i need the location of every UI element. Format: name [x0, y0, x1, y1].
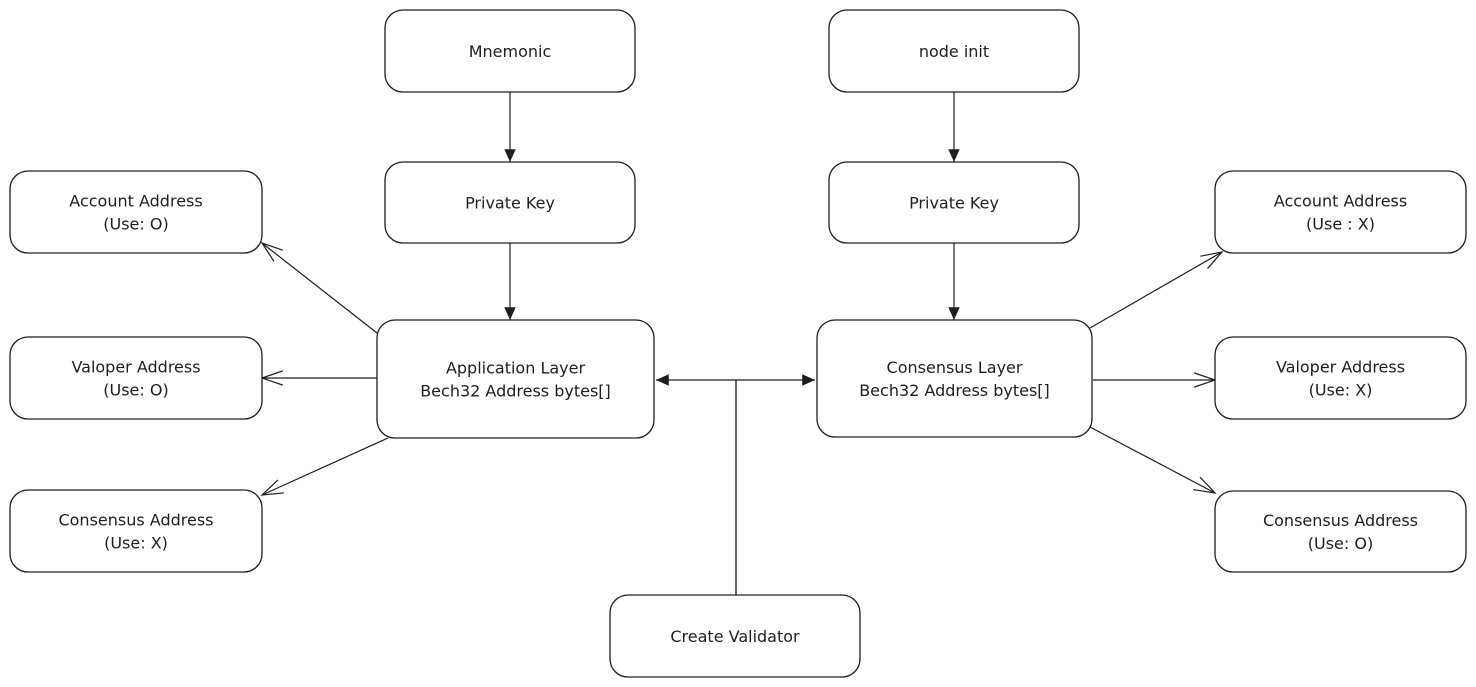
node-label: node init	[919, 42, 989, 61]
node-box	[9, 489, 263, 573]
node-label: (Use: O)	[1308, 534, 1373, 553]
diagram-canvas: Mnemonic node init Private Key Private Key A…	[9, 9, 1467, 678]
node-label: Valoper Address	[71, 358, 200, 377]
node-consensus-layer[interactable]: Consensus Layer Bech32 Address bytes[]	[816, 319, 1093, 438]
node-private-key-right[interactable]: Private Key	[828, 161, 1080, 244]
node-box	[1214, 490, 1467, 573]
edge-line	[735, 379, 815, 595]
node-mnemonic[interactable]: Mnemonic	[384, 9, 636, 93]
edge-private-key-right-to-consensus-layer	[948, 243, 960, 320]
nodes: Mnemonic node init Private Key Private Key A…	[9, 9, 1467, 678]
node-node-init[interactable]: node init	[828, 9, 1080, 93]
node-consensus-right[interactable]: Consensus Address (Use: O)	[1214, 490, 1467, 573]
node-box	[816, 319, 1093, 438]
arrowhead-filled-icon	[948, 149, 960, 162]
arrowhead-filled-icon	[948, 307, 960, 320]
node-label: Consensus Layer	[887, 358, 1023, 377]
arrowhead-filled-icon	[504, 307, 516, 320]
edge-application-layer-to-consensus-left	[260, 437, 389, 496]
edge-line	[1089, 426, 1216, 494]
node-box	[9, 170, 263, 254]
arrowhead-filled-icon	[504, 149, 516, 162]
arrowhead-open-icon	[1193, 476, 1217, 494]
node-valoper-right[interactable]: Valoper Address (Use: X)	[1214, 336, 1467, 420]
edge-mnemonic-to-private-key-left	[504, 92, 516, 162]
edge-consensus-layer-to-consensus-right	[1089, 426, 1217, 494]
node-create-validator[interactable]: Create Validator	[609, 594, 861, 678]
node-box	[1214, 170, 1467, 254]
edge-create-validator-to-consensus-layer	[735, 374, 815, 595]
node-label: Account Address	[69, 192, 202, 211]
node-box	[9, 336, 263, 420]
edge-line	[261, 437, 389, 496]
node-label: Account Address	[1274, 192, 1407, 211]
arrowhead-filled-icon	[802, 374, 815, 386]
node-label: (Use: X)	[1309, 381, 1373, 400]
arrowhead-filled-icon	[656, 374, 669, 386]
edge-line	[1089, 251, 1223, 329]
node-label: (Use: X)	[104, 534, 168, 553]
edge-node-init-to-private-key-right	[948, 92, 960, 162]
node-application-layer[interactable]: Application Layer Bech32 Address bytes[]	[376, 319, 655, 439]
node-label: Private Key	[909, 194, 999, 213]
node-box	[376, 319, 655, 439]
node-label: (Use: O)	[103, 215, 168, 234]
node-box	[1214, 336, 1467, 420]
node-consensus-left[interactable]: Consensus Address (Use: X)	[9, 489, 263, 573]
edge-create-validator-to-application-layer	[656, 374, 737, 595]
edge-consensus-layer-to-account-right	[1089, 251, 1224, 329]
node-label: Consensus Address	[1263, 511, 1418, 530]
node-account-right[interactable]: Account Address (Use : X)	[1214, 170, 1467, 254]
node-label: (Use: O)	[103, 381, 168, 400]
node-private-key-left[interactable]: Private Key	[384, 161, 636, 244]
node-label: Mnemonic	[469, 42, 552, 61]
node-label: Bech32 Address bytes[]	[859, 381, 1050, 400]
edge-application-layer-to-valoper-left	[260, 370, 377, 386]
edge-line	[656, 379, 737, 595]
node-account-left[interactable]: Account Address (Use: O)	[9, 170, 263, 254]
node-valoper-left[interactable]: Valoper Address (Use: O)	[9, 336, 263, 420]
node-label: Private Key	[465, 194, 555, 213]
edge-line	[261, 242, 378, 334]
node-label: Create Validator	[670, 627, 800, 646]
arrowhead-open-icon	[260, 479, 284, 496]
edge-consensus-layer-to-valoper-right	[1093, 372, 1217, 388]
node-label: (Use : X)	[1306, 215, 1375, 234]
node-label: Bech32 Address bytes[]	[420, 382, 611, 401]
node-label: Valoper Address	[1276, 358, 1405, 377]
node-label: Consensus Address	[58, 511, 213, 530]
edge-application-layer-to-account-left	[260, 241, 378, 334]
edge-private-key-left-to-application-layer	[504, 243, 516, 320]
node-label: Application Layer	[446, 359, 586, 378]
